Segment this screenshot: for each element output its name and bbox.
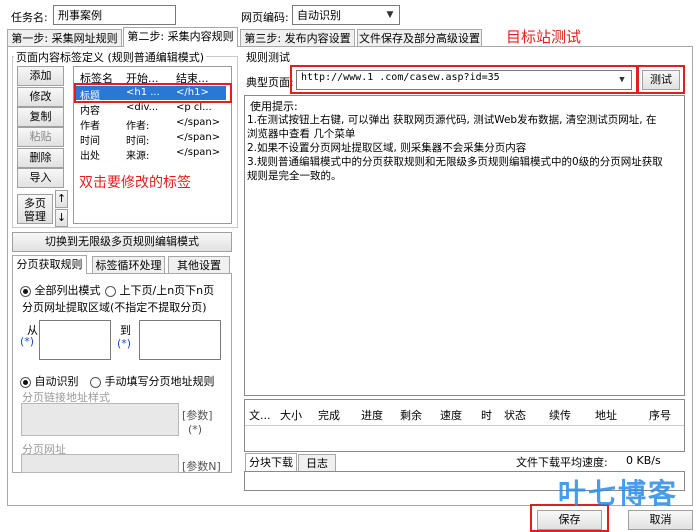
table-cell: 时间: [126,136,150,147]
table-cell: 内容 [80,106,100,117]
param-button[interactable]: [参数] [182,407,213,423]
column-header[interactable]: 大小 [280,407,302,423]
column-header[interactable]: 续传 [549,407,571,423]
table-cell: </span> [176,147,221,158]
tab-tag-loop[interactable]: 标签循环处理 [92,256,165,273]
table-cell: 时间 [80,136,100,147]
tab-step1[interactable]: 第一步: 采集网址规则 [7,29,122,46]
table-cell: </span> [176,117,221,128]
task-name-input[interactable]: 刑事案例 [53,5,176,25]
hint-line: 规则是完全一致的。 [247,170,342,182]
link-style-input[interactable] [21,403,179,436]
rule-test-title: 规则测试 [246,51,290,64]
to-textarea[interactable] [139,320,221,360]
download-list[interactable]: 文... 大小 完成 进度 剩余 速度 时 状态 续传 地址 序号 [244,399,685,452]
switch-multilevel-button[interactable]: 切换到无限级多页规则编辑模式 [12,232,232,252]
tab-page-rules[interactable]: 分页获取规则 [12,255,87,274]
from-textarea[interactable] [39,320,111,360]
tag-list-header: 标签名 开始... 结束... [74,67,231,85]
radio-prev-next-label: 上下页/上n页下n页 [119,284,215,297]
to-label: 到 [120,324,131,337]
radio-all-label: 全部列出模式 [34,284,101,297]
column-header[interactable]: 时 [481,407,492,423]
radio-icon [20,376,31,388]
arrow-down-icon: ↓ [56,211,67,224]
column-header[interactable]: 进度 [361,407,383,423]
table-cell: 来源: [126,151,150,162]
column-header[interactable]: 地址 [595,407,617,423]
radio-icon [90,376,101,388]
table-cell: 作者: [126,121,150,132]
watermark-logo: 叶七博客 [558,477,679,510]
copy-button[interactable]: 复制 [17,107,64,127]
radio-manual[interactable]: 手动填写分页地址规则 [90,373,215,389]
tab-advanced[interactable]: 文件保存及部分高级设置 [357,29,482,46]
annotation-double-click: 双击要修改的标签 [79,175,191,191]
column-header[interactable]: 序号 [649,407,671,423]
radio-manual-label: 手动填写分页地址规则 [104,375,215,388]
avg-speed-label: 文件下载平均速度: [516,456,608,469]
radio-auto-detect[interactable]: 自动识别 [20,373,79,389]
radio-auto-label: 自动识别 [34,375,79,388]
table-cell: <div... [126,102,159,113]
encoding-value: 自动识别 [297,9,341,22]
table-cell: <p cl... [176,102,212,113]
edit-button[interactable]: 修改 [17,87,64,107]
param-star: (*) [188,423,203,436]
arrow-up-icon: ↑ [56,192,67,205]
delete-button[interactable]: 删除 [17,148,64,168]
from-star-link[interactable]: (*) [20,335,34,348]
add-button[interactable]: 添加 [17,66,64,86]
encoding-select[interactable]: 自动识别 ▼ [292,5,400,25]
page-url-input[interactable] [21,454,179,473]
radio-all-list[interactable]: 全部列出模式 [20,282,101,298]
to-star-link[interactable]: (*) [117,337,131,350]
table-cell: </span> [176,132,221,143]
download-list-header: 文... 大小 完成 进度 剩余 速度 时 状态 续传 地址 序号 [245,400,684,426]
hint-line: 1.在测试按钮上右键, 可以弹出 获取网页源代码, 测试Web发布数据, 清空测… [247,114,657,126]
column-header[interactable]: 剩余 [400,407,422,423]
page-area-label: 分页网址提取区域(不指定不提取分页) [22,301,207,314]
task-name-label: 任务名: [11,11,48,24]
tab-step2[interactable]: 第二步: 采集内容规则 [123,27,238,47]
hints-box: 使用提示: 1.在测试按钮上右键, 可以弹出 获取网页源代码, 测试Web发布数… [244,95,685,396]
param-n-button[interactable]: [参数N] [182,458,221,474]
radio-prev-next[interactable]: 上下页/上n页下n页 [105,282,214,298]
annotation-target-test: 目标站测试 [506,28,582,46]
table-row[interactable]: 时间 时间: </span> [76,131,226,147]
tab-chunk-download[interactable]: 分块下载 [245,453,297,471]
radio-icon [20,285,31,297]
column-header[interactable]: 状态 [504,407,526,423]
tag-definition-title: 页面内容标签定义 (规则普通编辑模式) [14,49,207,65]
radio-icon [105,285,116,297]
typical-page-label: 典型页面: [246,76,294,89]
test-highlight-box [637,65,685,94]
move-up-button[interactable]: ↑ [55,190,68,208]
column-header[interactable]: 完成 [318,407,340,423]
hint-line: 浏览器中查看 几个菜单 [247,128,356,140]
multi-page-manage-button[interactable]: 多页 管理 [17,194,53,224]
table-cell: 出处 [80,151,100,162]
table-row[interactable]: 作者 作者: </span> [76,116,226,132]
tab-other-settings[interactable]: 其他设置 [168,256,230,273]
import-button[interactable]: 导入 [17,168,64,188]
table-cell: 作者 [80,121,100,132]
hint-line: 2.如果不设置分页网址提取区域, 则采集器不会采集分页内容 [247,142,527,154]
table-row[interactable]: 出处 来源: </span> [76,146,226,162]
column-header[interactable]: 速度 [440,407,462,423]
move-down-button[interactable]: ↓ [55,209,68,227]
hint-line: 3.规则普通编辑模式中的分页获取规则和无限级多页规则编辑模式中的0级的分页网址获… [247,156,663,168]
chevron-down-icon: ▼ [386,10,394,20]
column-header[interactable]: 文... [249,407,271,423]
tab-log[interactable]: 日志 [298,454,336,471]
cancel-button[interactable]: 取消 [628,510,693,530]
url-highlight-box [290,65,638,94]
highlight-box [74,83,232,103]
table-row[interactable]: 内容 <div... <p cl... [76,101,226,117]
avg-speed-value: 0 KB/s [626,454,661,467]
tab-step3[interactable]: 第三步: 发布内容设置 [240,29,355,46]
paste-button[interactable]: 粘贴 [17,127,64,147]
encoding-label: 网页编码: [241,11,289,24]
